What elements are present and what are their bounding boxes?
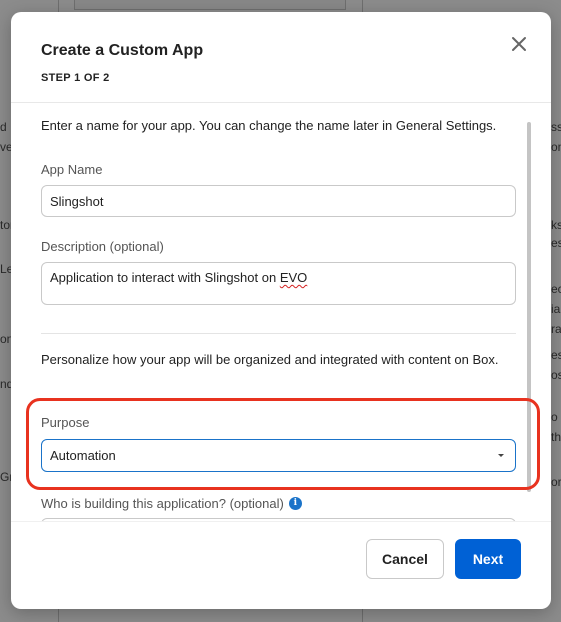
spellcheck-flagged-word: EVO [279,270,308,285]
section-divider [41,333,516,334]
description-label: Description (optional) [41,239,164,254]
who-building-label: Who is building this application? (optio… [41,496,302,511]
modal-scrollbar[interactable] [527,122,531,492]
caret-down-icon [498,454,504,457]
description-value: Application to interact with Slingshot o… [50,270,280,285]
description-textarea[interactable]: Application to interact with Slingshot o… [41,262,516,305]
background-text: es [551,348,561,362]
modal-body[interactable]: Enter a name for your app. You can chang… [11,103,551,521]
background-text: th [551,430,561,444]
background-text: es [551,236,561,250]
background-text: or [551,475,561,489]
background-text: o [551,410,558,424]
footer-divider [11,521,551,522]
background-text: ra [551,322,561,336]
purpose-selected-value: Automation [50,448,116,463]
modal-title: Create a Custom App [41,42,204,59]
purpose-select[interactable]: Automation [41,439,516,472]
background-text: ss [551,120,561,134]
close-icon [512,37,526,51]
app-name-input[interactable]: Slingshot [41,185,516,217]
who-building-text: Who is building this application? (optio… [41,496,284,511]
create-app-modal: Create a Custom App STEP 1 OF 2 Enter a … [11,12,551,609]
background-text: ks [551,218,561,232]
app-name-value: Slingshot [50,194,104,209]
background-text: os [551,368,561,382]
personalize-text: Personalize how your app will be organiz… [41,352,499,367]
background-text: ec [551,282,561,296]
close-button[interactable] [507,32,531,56]
background-text: on [551,140,561,154]
intro-text: Enter a name for your app. You can chang… [41,118,497,133]
purpose-label: Purpose [41,415,90,430]
next-button[interactable]: Next [455,539,521,579]
step-indicator: STEP 1 OF 2 [41,72,110,84]
cancel-button[interactable]: Cancel [366,539,444,579]
background-text: ia [551,302,561,316]
background-text: d [0,120,7,134]
info-icon[interactable]: i [288,497,302,510]
background-panel [74,0,346,10]
app-name-label: App Name [41,162,103,177]
